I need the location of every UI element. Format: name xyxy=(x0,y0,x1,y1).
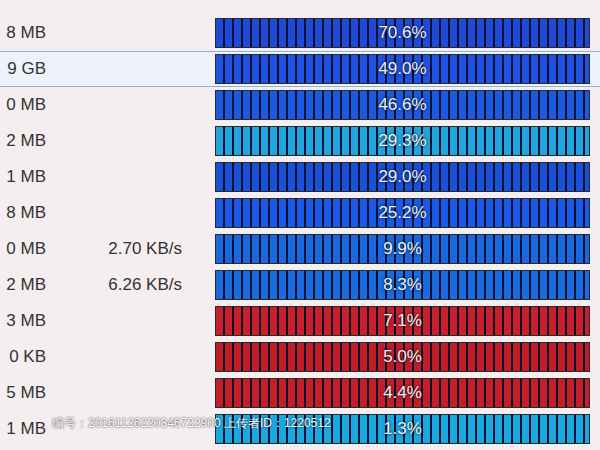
process-row[interactable]: 0 MB 46.6% xyxy=(0,87,600,123)
size-cell: 2 MB xyxy=(0,128,46,154)
usage-percent: 70.6% xyxy=(378,20,426,46)
usage-bar: 25.2% xyxy=(215,198,590,228)
watermark: 编号：20161126220346722900 上传者ID：1220512 xyxy=(52,414,331,432)
size-cell: 9 GB xyxy=(0,56,46,82)
size-cell: 1 MB xyxy=(0,164,46,190)
usage-percent: 1.3% xyxy=(383,416,422,442)
usage-percent: 7.1% xyxy=(383,308,422,334)
rate-cell: 2.70 KB/s xyxy=(46,236,182,262)
process-row[interactable]: 3 MB 7.1% xyxy=(0,303,600,339)
rate-cell: 6.26 KB/s xyxy=(46,272,182,298)
size-cell: 8 MB xyxy=(0,200,46,226)
usage-bar: 5.0% xyxy=(215,342,590,372)
usage-bar: 8.3% xyxy=(215,270,590,300)
size-cell: 1 MB xyxy=(0,416,46,442)
size-cell: 0 MB xyxy=(0,92,46,118)
size-cell: 8 MB xyxy=(0,20,46,46)
process-row[interactable]: 2 MB6.26 KB/s 8.3% xyxy=(0,267,600,303)
usage-bar: 7.1% xyxy=(215,306,590,336)
usage-bar: 9.9% xyxy=(215,234,590,264)
process-row[interactable]: 8 MB 25.2% xyxy=(0,195,600,231)
usage-bar: 49.0% xyxy=(215,54,590,84)
usage-percent: 8.3% xyxy=(383,272,422,298)
size-cell: 0 MB xyxy=(0,236,46,262)
process-list: 8 MB 70.6% 9 GB 49.0% 0 MB 46.6% 2 MB 29.3% 1 MB… xyxy=(0,15,600,447)
task-manager-screen: 8 MB 70.6% 9 GB 49.0% 0 MB 46.6% 2 MB 29.3% 1 MB… xyxy=(0,0,600,450)
process-row[interactable]: 2 MB 29.3% xyxy=(0,123,600,159)
usage-bar: 70.6% xyxy=(215,18,590,48)
process-row[interactable]: 8 MB 70.6% xyxy=(0,15,600,51)
process-row[interactable]: 0 KB 5.0% xyxy=(0,339,600,375)
usage-bar: 29.0% xyxy=(215,162,590,192)
usage-percent: 5.0% xyxy=(383,344,422,370)
size-cell: 2 MB xyxy=(0,272,46,298)
process-row[interactable]: 9 GB 49.0% xyxy=(0,51,600,87)
size-cell: 3 MB xyxy=(0,308,46,334)
size-cell: 5 MB xyxy=(0,380,46,406)
usage-percent: 29.3% xyxy=(378,128,426,154)
usage-percent: 46.6% xyxy=(378,92,426,118)
size-cell: 0 KB xyxy=(0,344,46,370)
process-row[interactable]: 5 MB 4.4% xyxy=(0,375,600,411)
process-row[interactable]: 1 MB 29.0% xyxy=(0,159,600,195)
process-row[interactable]: 0 MB2.70 KB/s 9.9% xyxy=(0,231,600,267)
usage-bar: 46.6% xyxy=(215,90,590,120)
usage-percent: 25.2% xyxy=(378,200,426,226)
usage-percent: 29.0% xyxy=(378,164,426,190)
usage-percent: 4.4% xyxy=(383,380,422,406)
usage-bar: 29.3% xyxy=(215,126,590,156)
usage-percent: 49.0% xyxy=(378,56,426,82)
usage-bar: 4.4% xyxy=(215,378,590,408)
usage-percent: 9.9% xyxy=(383,236,422,262)
